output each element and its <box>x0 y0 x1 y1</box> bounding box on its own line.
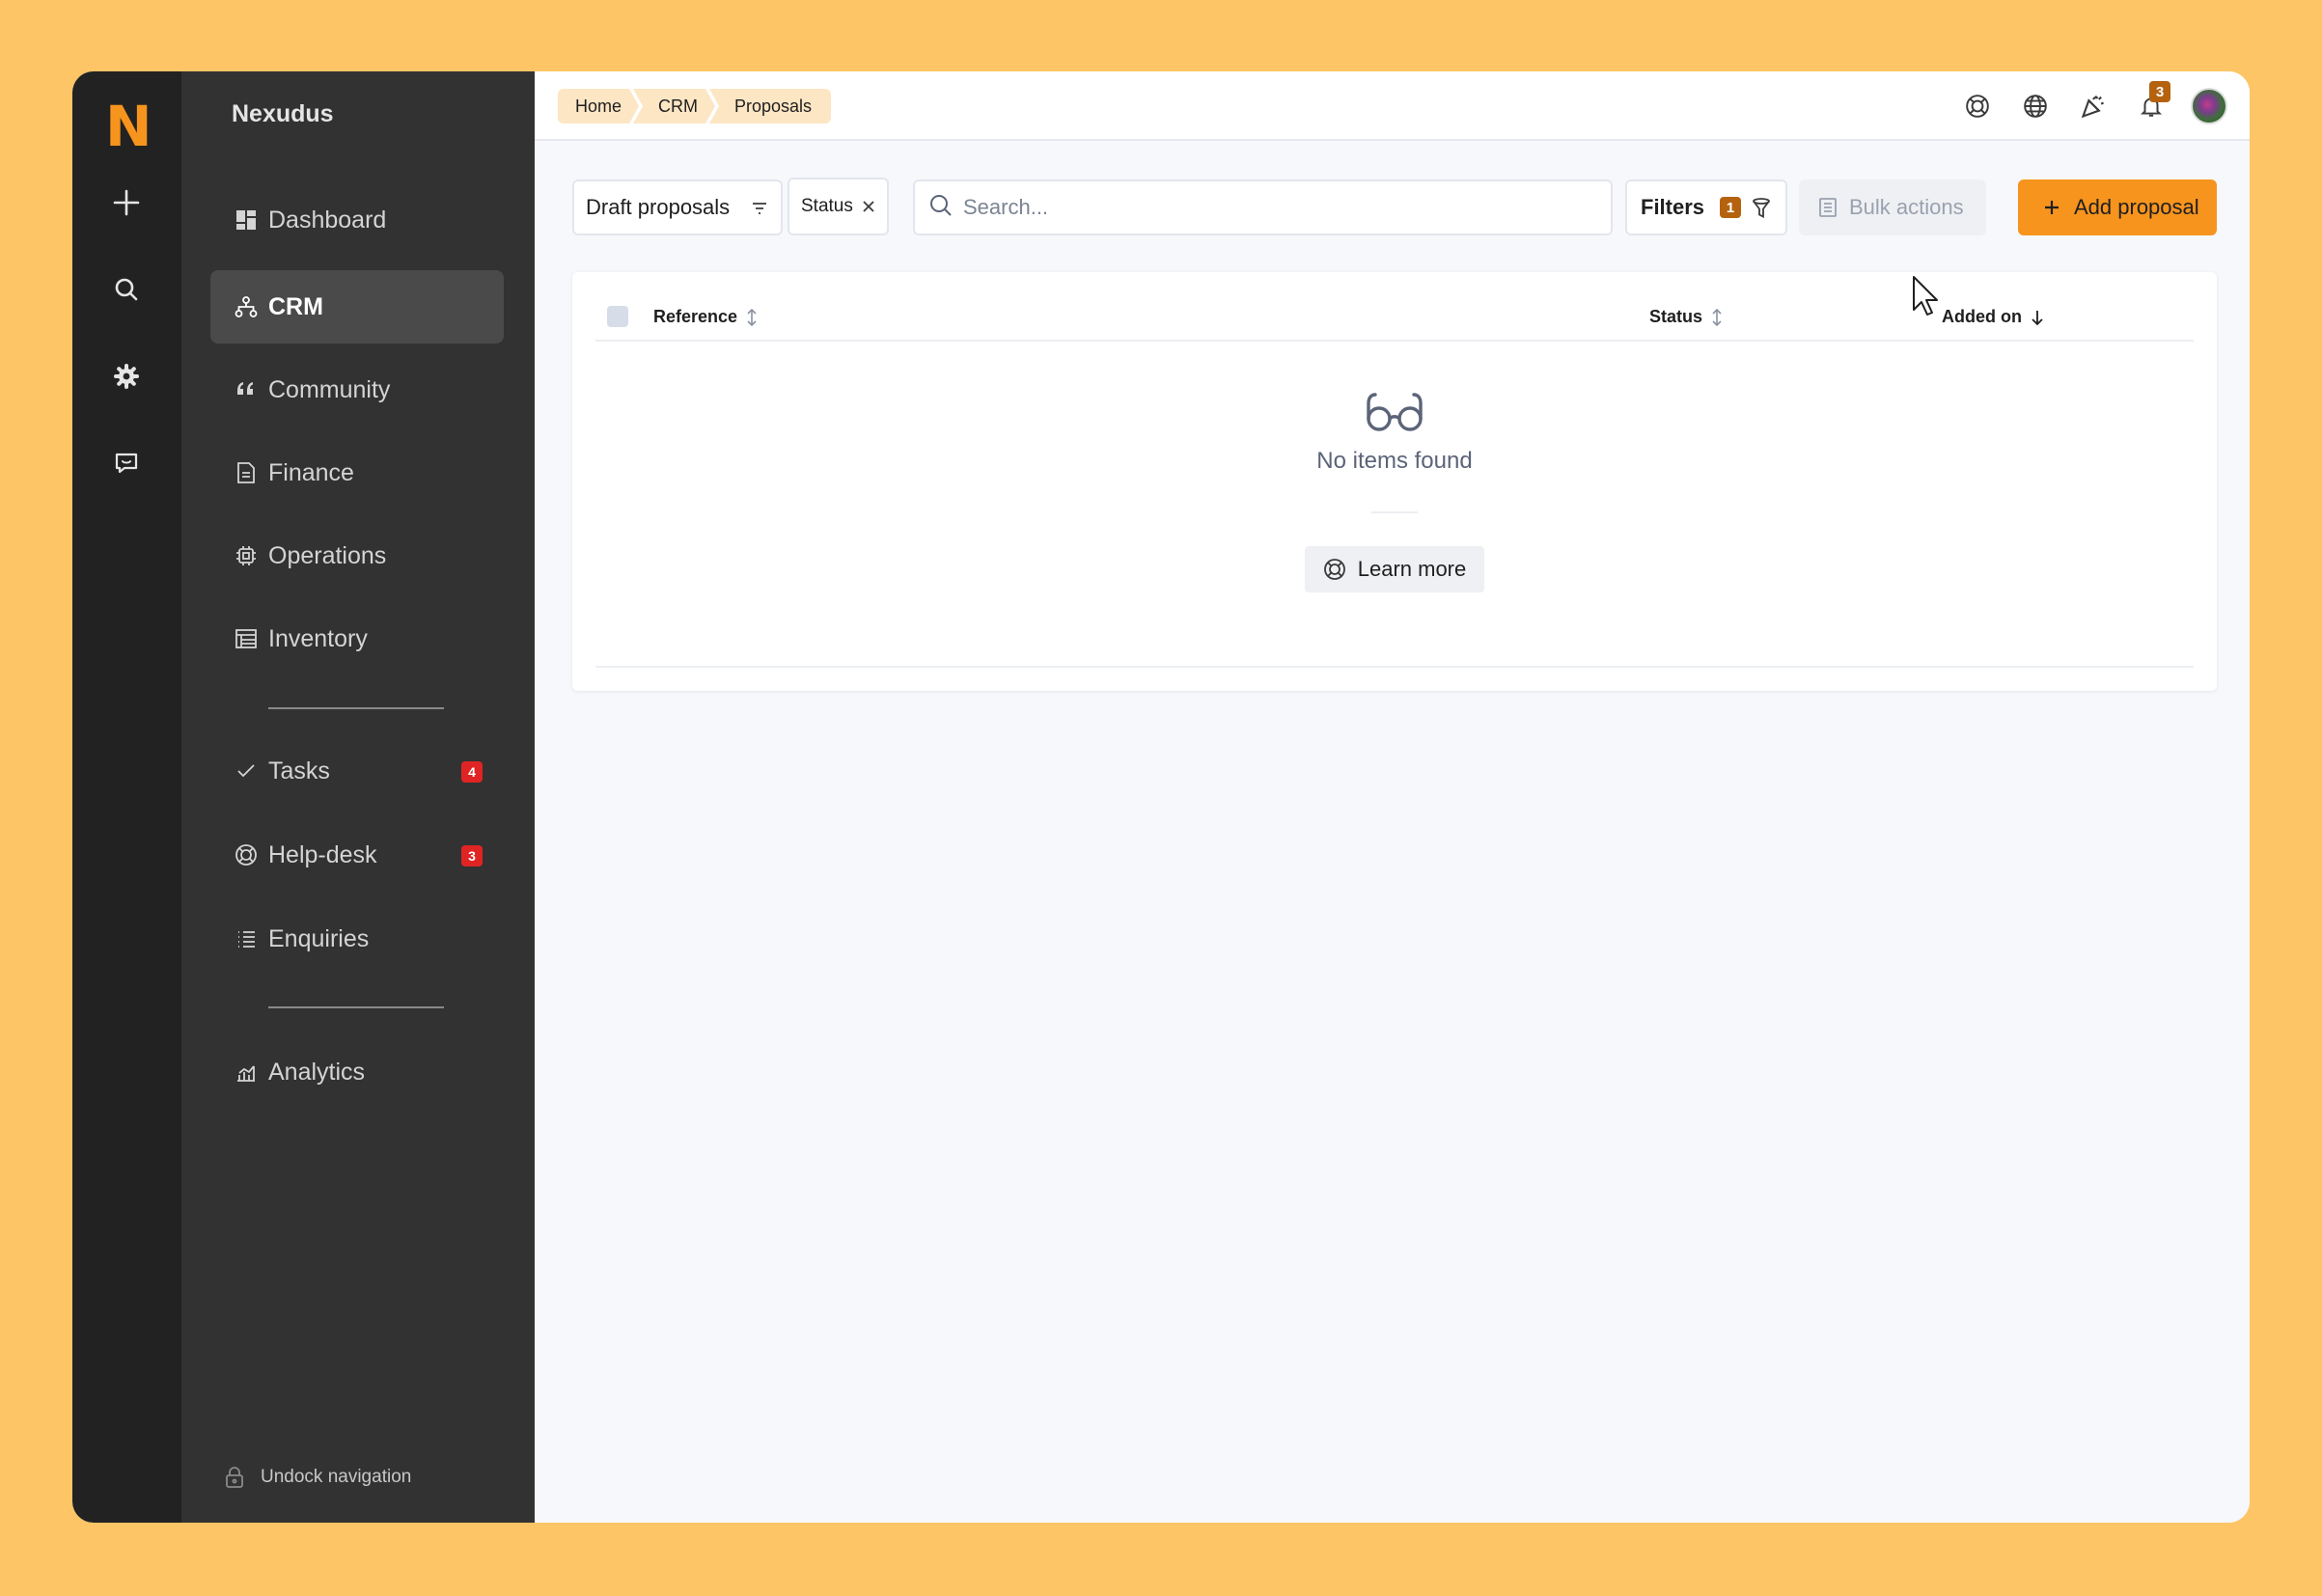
column-label: Reference <box>653 307 738 326</box>
sidebar-item-label: Help-desk <box>268 840 377 868</box>
sidebar-item-label: Tasks <box>268 757 330 784</box>
sidebar-item-dashboard[interactable]: Dashboard <box>210 183 504 257</box>
filters-label: Filters <box>1641 195 1705 219</box>
sidebar-item-label: Operations <box>268 541 387 569</box>
empty-message: No items found <box>1316 448 1473 474</box>
status-filter-chip[interactable]: Status <box>788 178 889 235</box>
table-header: Reference Status Added on <box>595 291 2194 342</box>
sidebar-item-label: Community <box>268 375 391 403</box>
sidebar-item-tasks[interactable]: Tasks 4 <box>210 734 504 808</box>
chip-icon <box>234 543 259 568</box>
chart-icon <box>234 1059 259 1085</box>
column-reference[interactable]: Reference <box>653 307 759 327</box>
sidebar-item-enquiries[interactable]: Enquiries <box>210 902 504 976</box>
tasks-badge: 4 <box>461 761 483 783</box>
sidebar-item-help-desk[interactable]: Help-desk 3 <box>210 818 504 892</box>
breadcrumb-crm[interactable]: CRM <box>633 89 715 124</box>
glasses-icon <box>572 388 2217 434</box>
table-icon <box>234 626 259 651</box>
arrow-down-icon <box>2030 309 2045 326</box>
lock-icon <box>222 1465 247 1490</box>
chat-icon[interactable] <box>105 442 148 484</box>
breadcrumb: Home CRM Proposals <box>558 89 832 124</box>
sidebar-item-finance[interactable]: Finance <box>210 436 504 509</box>
sidebar-item-label: Dashboard <box>268 206 387 234</box>
search-icon[interactable] <box>105 268 148 311</box>
column-label: Status <box>1649 307 1703 326</box>
plus-icon <box>2043 199 2060 216</box>
undock-label: Undock navigation <box>261 1467 412 1487</box>
select-all-checkbox[interactable] <box>607 306 628 327</box>
view-select[interactable]: Draft proposals <box>572 179 783 235</box>
sidebar-item-operations[interactable]: Operations <box>210 519 504 592</box>
sidebar-item-label: Analytics <box>268 1058 366 1086</box>
bulk-list-icon <box>1818 197 1838 218</box>
nexudus-logo[interactable]: N <box>105 98 152 154</box>
top-bar: Home CRM Proposals 3 <box>535 71 2250 141</box>
bulk-actions-button[interactable]: Bulk actions <box>1799 179 1986 235</box>
bulk-actions-label: Bulk actions <box>1849 195 1964 219</box>
notification-badge: 3 <box>2149 81 2170 102</box>
sidebar-item-inventory[interactable]: Inventory <box>210 602 504 675</box>
empty-divider <box>1371 511 1418 513</box>
undock-navigation-button[interactable]: Undock navigation <box>222 1465 411 1490</box>
dashboard-icon <box>234 207 259 233</box>
lifebuoy-icon <box>234 842 259 867</box>
mouse-cursor-icon <box>1912 275 1941 322</box>
crm-icon <box>234 294 259 319</box>
funnel-icon <box>1751 197 1772 218</box>
brand-name: Nexudus <box>232 100 334 127</box>
icon-rail: N <box>72 71 181 1523</box>
top-icons: 3 <box>1939 81 2228 125</box>
help-lifebuoy-icon[interactable] <box>1958 87 1997 125</box>
search-box <box>913 179 1613 235</box>
sidebar-item-label: Enquiries <box>268 924 370 952</box>
main-content: Home CRM Proposals 3 Draft proposals Sta… <box>535 71 2250 1523</box>
proposals-table: Reference Status Added on No items found <box>572 272 2217 691</box>
sidebar-item-crm[interactable]: CRM <box>210 270 504 344</box>
sidebar-divider <box>268 1006 444 1008</box>
filter-lines-icon <box>750 199 769 224</box>
help-desk-badge: 3 <box>461 845 483 867</box>
check-icon <box>234 758 259 784</box>
quote-icon <box>234 377 259 402</box>
sidebar-item-analytics[interactable]: Analytics <box>210 1035 504 1109</box>
breadcrumb-proposals[interactable]: Proposals <box>709 89 832 124</box>
column-label: Added on <box>1942 307 2022 326</box>
sidebar-item-community[interactable]: Community <box>210 353 504 427</box>
column-status[interactable]: Status <box>1649 307 1724 327</box>
plus-icon[interactable] <box>105 181 148 224</box>
sort-icon <box>745 308 759 327</box>
sort-icon <box>1710 308 1724 327</box>
sidebar-item-label: CRM <box>268 292 323 320</box>
list-icon <box>234 926 259 951</box>
lifebuoy-icon <box>1323 558 1346 581</box>
add-proposal-label: Add proposal <box>2074 195 2199 219</box>
learn-more-button[interactable]: Learn more <box>1305 546 1484 592</box>
sidebar-item-label: Inventory <box>268 624 368 652</box>
search-icon <box>928 193 954 223</box>
bell-icon[interactable]: 3 <box>2132 81 2170 125</box>
globe-icon[interactable] <box>2016 87 2055 125</box>
avatar[interactable] <box>2190 87 2228 125</box>
empty-state: No items found Learn more <box>572 388 2217 592</box>
filters-count-badge: 1 <box>1720 197 1742 218</box>
learn-more-label: Learn more <box>1357 557 1467 581</box>
close-icon[interactable] <box>861 199 876 214</box>
gear-icon[interactable] <box>105 355 148 398</box>
party-popper-icon[interactable] <box>2074 87 2113 125</box>
view-select-label: Draft proposals <box>586 195 731 219</box>
filters-button[interactable]: Filters 1 <box>1625 179 1787 235</box>
search-input[interactable] <box>963 195 1581 220</box>
document-icon <box>234 460 259 485</box>
chip-label: Status <box>801 196 853 216</box>
column-added-on[interactable]: Added on <box>1942 307 2045 327</box>
table-footer-line <box>595 666 2194 668</box>
sidebar-divider <box>268 707 444 709</box>
sidebar-item-label: Finance <box>268 458 354 486</box>
breadcrumb-home[interactable]: Home <box>558 89 639 124</box>
add-proposal-button[interactable]: Add proposal <box>2018 179 2217 235</box>
sidebar: Nexudus Dashboard CRM Community Finance … <box>181 71 535 1523</box>
